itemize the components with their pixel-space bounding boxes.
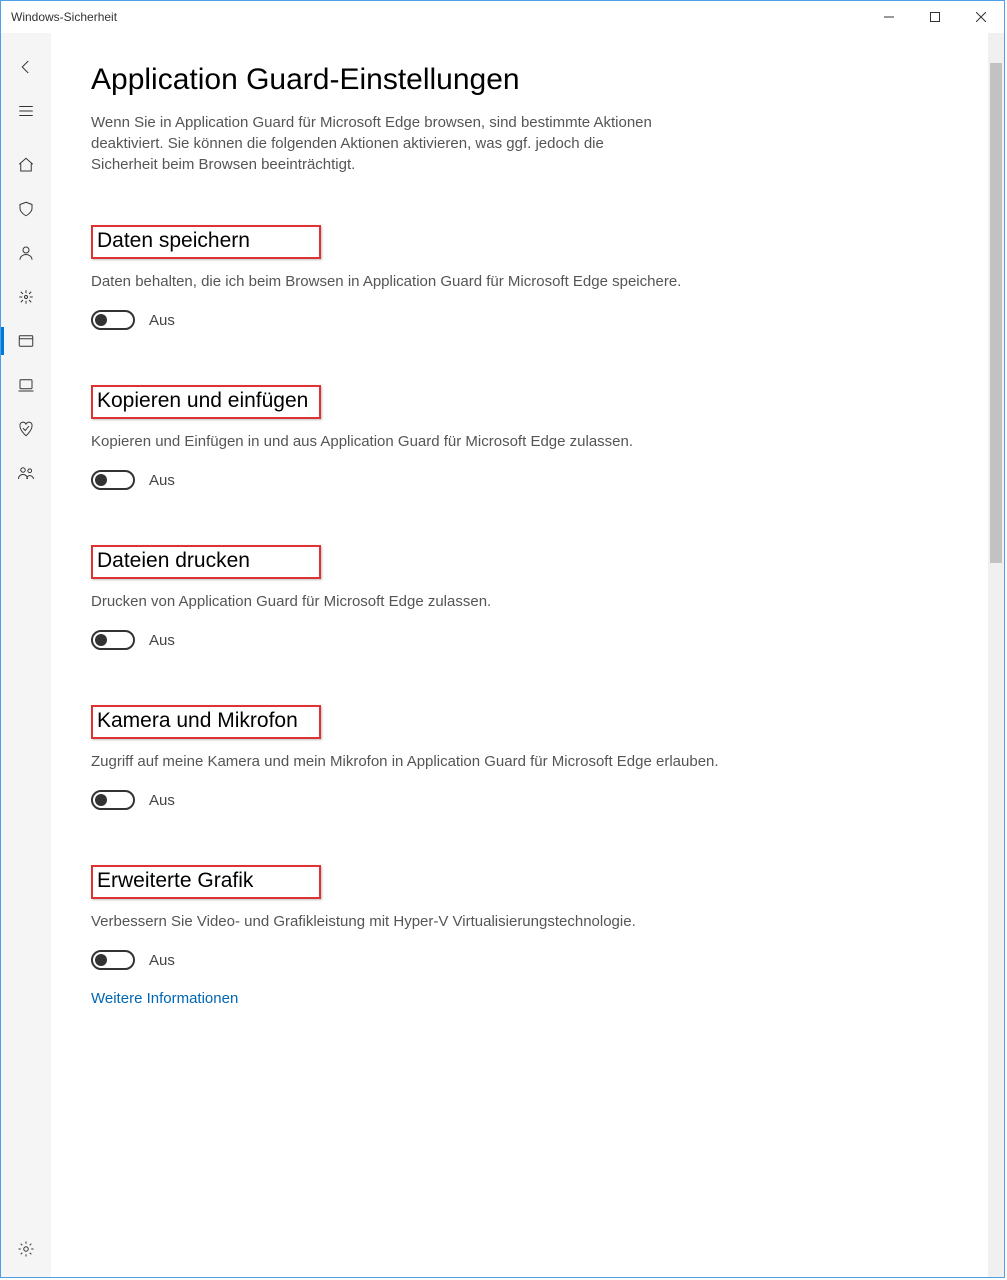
toggle-state-label: Aus <box>149 632 175 649</box>
sidebar-item-account[interactable] <box>1 231 51 275</box>
window-title: Windows-Sicherheit <box>11 10 866 24</box>
section-title: Erweiterte Grafik <box>91 865 321 899</box>
titlebar: Windows-Sicherheit <box>1 1 1004 33</box>
sidebar-item-firewall[interactable] <box>1 275 51 319</box>
scrollbar-thumb[interactable] <box>990 63 1002 563</box>
toggle-save-data[interactable] <box>91 310 135 330</box>
toggle-copy-paste[interactable] <box>91 470 135 490</box>
toggle-camera-mic[interactable] <box>91 790 135 810</box>
sidebar <box>1 33 51 1277</box>
more-info-link[interactable]: Weitere Informationen <box>91 990 238 1007</box>
vertical-scrollbar[interactable] <box>988 33 1004 1277</box>
toggle-row: Aus <box>91 950 731 970</box>
section-desc: Zugriff auf meine Kamera und mein Mikrof… <box>91 751 731 772</box>
section-save-data: Daten speichern Daten behalten, die ich … <box>91 225 731 330</box>
toggle-state-label: Aus <box>149 472 175 489</box>
sidebar-item-home[interactable] <box>1 143 51 187</box>
toggle-row: Aus <box>91 470 731 490</box>
back-button[interactable] <box>1 45 51 89</box>
section-title: Dateien drucken <box>91 545 321 579</box>
page-title: Application Guard-Einstellungen <box>91 63 948 97</box>
sidebar-item-device-security[interactable] <box>1 363 51 407</box>
menu-button[interactable] <box>1 89 51 133</box>
section-camera-mic: Kamera und Mikrofon Zugriff auf meine Ka… <box>91 705 731 810</box>
section-desc: Kopieren und Einfügen in und aus Applica… <box>91 431 731 452</box>
toggle-print[interactable] <box>91 630 135 650</box>
window-controls <box>866 1 1004 33</box>
section-title: Kopieren und einfügen <box>91 385 321 419</box>
section-desc: Drucken von Application Guard für Micros… <box>91 591 731 612</box>
maximize-button[interactable] <box>912 1 958 33</box>
sidebar-item-virus[interactable] <box>1 187 51 231</box>
section-desc: Daten behalten, die ich beim Browsen in … <box>91 271 731 292</box>
section-desc: Verbessern Sie Video- und Grafikleistung… <box>91 911 731 932</box>
sidebar-item-app-browser[interactable] <box>1 319 51 363</box>
main-content: Application Guard-Einstellungen Wenn Sie… <box>51 33 988 1277</box>
section-print: Dateien drucken Drucken von Application … <box>91 545 731 650</box>
toggle-state-label: Aus <box>149 312 175 329</box>
section-advanced-graphics: Erweiterte Grafik Verbessern Sie Video- … <box>91 865 731 970</box>
sidebar-item-family[interactable] <box>1 451 51 495</box>
minimize-button[interactable] <box>866 1 912 33</box>
toggle-state-label: Aus <box>149 792 175 809</box>
section-title: Kamera und Mikrofon <box>91 705 321 739</box>
sidebar-item-device-performance[interactable] <box>1 407 51 451</box>
sidebar-settings[interactable] <box>1 1227 51 1271</box>
close-button[interactable] <box>958 1 1004 33</box>
page-intro: Wenn Sie in Application Guard für Micros… <box>91 112 671 175</box>
toggle-state-label: Aus <box>149 952 175 969</box>
window: Windows-Sicherheit <box>0 0 1005 1278</box>
section-title: Daten speichern <box>91 225 321 259</box>
body: Application Guard-Einstellungen Wenn Sie… <box>1 33 1004 1277</box>
toggle-row: Aus <box>91 630 731 650</box>
toggle-row: Aus <box>91 310 731 330</box>
section-copy-paste: Kopieren und einfügen Kopieren und Einfü… <box>91 385 731 490</box>
toggle-row: Aus <box>91 790 731 810</box>
toggle-advanced-graphics[interactable] <box>91 950 135 970</box>
main-area: Application Guard-Einstellungen Wenn Sie… <box>51 33 1004 1277</box>
